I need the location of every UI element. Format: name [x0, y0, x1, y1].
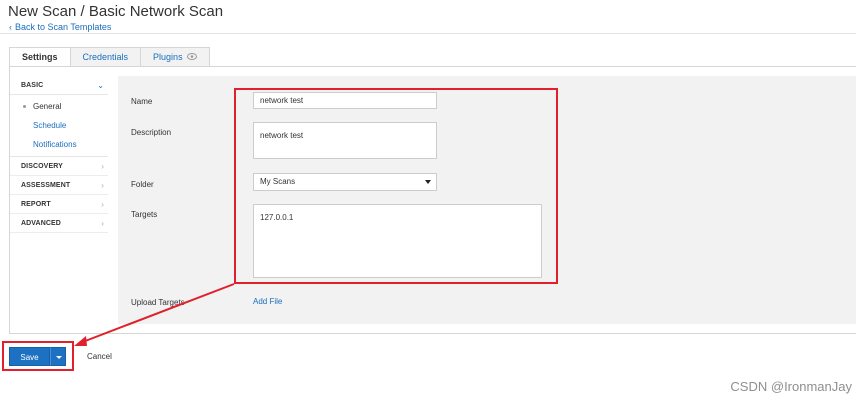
chevron-down-icon: ⌄ — [97, 80, 104, 90]
highlight-box-save — [2, 341, 74, 371]
page-title: New Scan / Basic Network Scan — [8, 3, 224, 20]
cancel-button[interactable]: Cancel — [87, 352, 112, 361]
tab-settings-label: Settings — [22, 52, 58, 62]
targets-label: Targets — [131, 210, 158, 219]
back-to-templates-link[interactable]: ‹ Back to Scan Templates — [9, 22, 111, 32]
settings-sidebar: BASIC ⌄ General Schedule Notifications D… — [10, 76, 108, 233]
sidebar-section-label: ASSESSMENT — [21, 181, 71, 189]
tab-plugins-label: Plugins — [153, 52, 183, 62]
sidebar-item-schedule[interactable]: Schedule — [10, 116, 108, 135]
basic-subitems: General Schedule Notifications — [10, 95, 108, 157]
sidebar-section-discovery[interactable]: DISCOVERY › — [10, 157, 108, 176]
chevron-right-icon: › — [101, 218, 104, 228]
eye-icon — [186, 48, 197, 67]
chevron-left-icon: ‹ — [9, 22, 12, 32]
add-file-link[interactable]: Add File — [253, 297, 282, 306]
tab-settings[interactable]: Settings — [9, 47, 71, 68]
tab-bar: Settings Credentials Plugins — [9, 47, 210, 68]
sidebar-item-label: Schedule — [33, 121, 67, 130]
sidebar-section-label: DISCOVERY — [21, 162, 63, 170]
tab-credentials[interactable]: Credentials — [69, 47, 142, 67]
sidebar-section-basic[interactable]: BASIC ⌄ — [10, 76, 108, 95]
sidebar-section-advanced[interactable]: ADVANCED › — [10, 214, 108, 233]
description-label: Description — [131, 128, 172, 137]
tab-credentials-label: Credentials — [82, 52, 129, 62]
chevron-right-icon: › — [101, 199, 104, 209]
back-link-label: Back to Scan Templates — [15, 22, 112, 32]
sidebar-item-label: Notifications — [33, 140, 77, 149]
title-divider — [0, 33, 856, 34]
highlight-box-form — [234, 88, 558, 284]
folder-label: Folder — [131, 180, 154, 189]
chevron-right-icon: › — [101, 180, 104, 190]
chevron-right-icon: › — [101, 161, 104, 171]
sidebar-section-label: BASIC — [21, 81, 44, 89]
sidebar-item-label: General — [33, 102, 62, 111]
sidebar-section-label: REPORT — [21, 200, 51, 208]
sidebar-section-label: ADVANCED — [21, 219, 61, 227]
sidebar-section-report[interactable]: REPORT › — [10, 195, 108, 214]
upload-targets-label: Upload Targets — [131, 298, 185, 307]
sidebar-section-assessment[interactable]: ASSESSMENT › — [10, 176, 108, 195]
bullet-icon — [23, 105, 26, 108]
sidebar-item-notifications[interactable]: Notifications — [10, 135, 108, 154]
name-label: Name — [131, 97, 153, 106]
sidebar-item-general[interactable]: General — [10, 97, 108, 116]
watermark: CSDN @IronmanJay — [730, 379, 852, 394]
tab-plugins[interactable]: Plugins — [140, 47, 210, 67]
